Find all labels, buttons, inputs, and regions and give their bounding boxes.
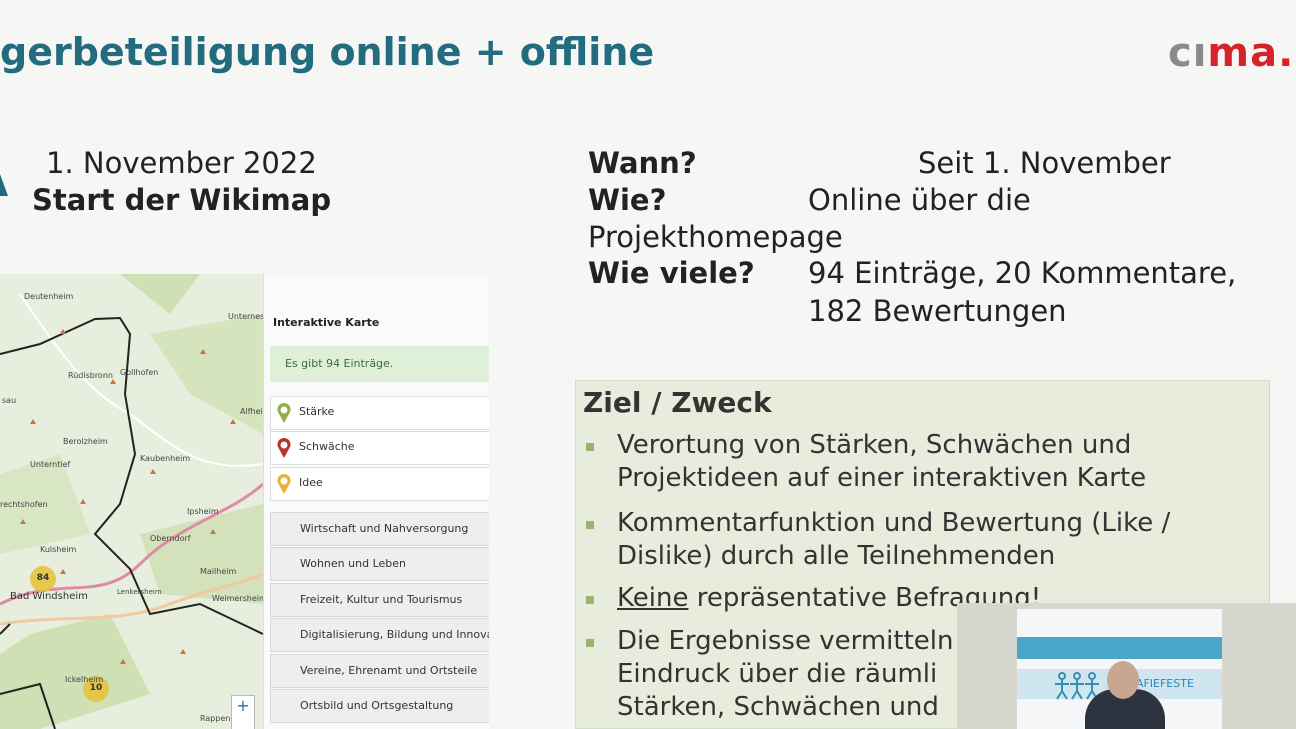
place-label: Deutenheim [24,292,74,301]
place-label: sau [2,396,17,405]
idea-pin-icon [277,474,291,494]
bullet-line: Verortung von Stärken, Schwächen und [617,430,1132,460]
bullet-emphasis: Keine [617,583,689,613]
arrow-icon [0,174,8,196]
place-label: Lenkersheim [117,588,162,596]
logo-part-ci: cı [1168,30,1208,76]
place-label: Bad Windsheim [10,591,88,602]
bullet-marker [586,639,594,647]
answer-how-many-cont: 182 Bewertungen [808,294,1067,328]
place-label: Unternesi [228,312,267,321]
speaker-head [1107,661,1139,699]
bullet-line: Dislike) durch alle Teilnehmenden [617,541,1056,571]
screen-banner [1017,637,1222,659]
bullet-marker [586,521,594,529]
place-label: Weimersheim [212,594,267,603]
map-sidebar: Interaktive Karte Es gibt 94 Einträge. S… [263,274,489,729]
answer-how-cont: Projekthomepage [588,220,843,254]
category-item[interactable]: Digitalisierung, Bildung und Innovation [270,618,489,652]
place-label: Oberndorf [150,534,191,543]
filter-strength[interactable]: Stärke [270,396,489,430]
strength-pin-icon [277,403,291,423]
place-label: Kulsheim [40,545,77,554]
slide-title: gerbeteiligung online + offline [0,30,655,74]
goal-bullet-2: Kommentarfunktion und Bewertung (Like / D… [617,507,1170,573]
place-label: Rüdisbronn [68,371,113,380]
goal-bullet-4: Die Ergebnisse vermitteln Eindruck über d… [617,625,953,724]
bullet-line: Stärken, Schwächen und [617,692,939,722]
place-label: Kaubenheim [140,454,191,463]
bullet-line: Kommentarfunktion und Bewertung (Like / [617,508,1171,538]
category-item[interactable]: Wirtschaft und Nahversorgung [270,512,489,546]
goal-title: Ziel / Zweck [583,386,772,419]
cluster-marker[interactable]: 10 [88,683,104,693]
place-label: Mailheim [200,567,237,576]
place-label: Alfhei [240,407,263,416]
place-label: Ipsheim [187,507,219,516]
answer-how: Online über die [808,183,1031,217]
entry-count-notice: Es gibt 94 Einträge. [270,346,489,382]
filter-label: Schwäche [299,440,355,453]
filter-label: Stärke [299,405,335,418]
place-label: Gollhofen [120,368,159,377]
answer-how-many: 94 Einträge, 20 Kommentare, [808,256,1237,290]
launch-date: 1. November 2022 [46,146,317,180]
question-how-many: Wie viele? [588,256,755,290]
question-when: Wann? [588,146,697,180]
filter-weakness[interactable]: Schwäche [270,431,489,465]
goal-bullet-1: Verortung von Stärken, Schwächen und Proj… [617,429,1146,495]
zoom-out-button[interactable] [231,717,255,729]
logo-part-ma: ma. [1207,30,1295,76]
panel-title: Interaktive Karte [273,316,380,329]
launch-label: Start der Wikimap [32,183,332,217]
place-label: rechtshofen [0,500,48,509]
filter-idea[interactable]: Idee [270,467,489,501]
bullet-line: Projektideen auf einer interaktiven Kart… [617,463,1147,493]
category-item[interactable]: Freizeit, Kultur und Tourismus [270,583,489,617]
zoom-in-button[interactable]: + [231,695,255,719]
cluster-marker[interactable]: 84 [35,573,51,583]
speaker-video-overlay: DE AFIEFESTE [957,603,1296,729]
cima-logo: cıma. [1168,30,1294,76]
bullet-line: Eindruck über die räumli [617,659,938,689]
bullet-marker [586,443,594,451]
filter-label: Idee [299,476,323,489]
category-item[interactable]: Wohnen und Leben [270,547,489,581]
weakness-pin-icon [277,438,291,458]
bullet-line: Die Ergebnisse vermitteln [617,626,954,656]
place-label: Unterntief [30,460,71,469]
question-how: Wie? [588,183,667,217]
place-label: Berolzheim [63,437,108,446]
wikimap-screenshot: Deutenheim Rüdisbronn Gollhofen Berolzhe… [0,274,489,729]
answer-when: Seit 1. November [918,146,1171,180]
category-item[interactable]: Ortsbild und Ortsgestaltung [270,689,489,723]
category-item[interactable]: Vereine, Ehrenamt und Ortsteile [270,654,489,688]
bullet-marker [586,596,594,604]
